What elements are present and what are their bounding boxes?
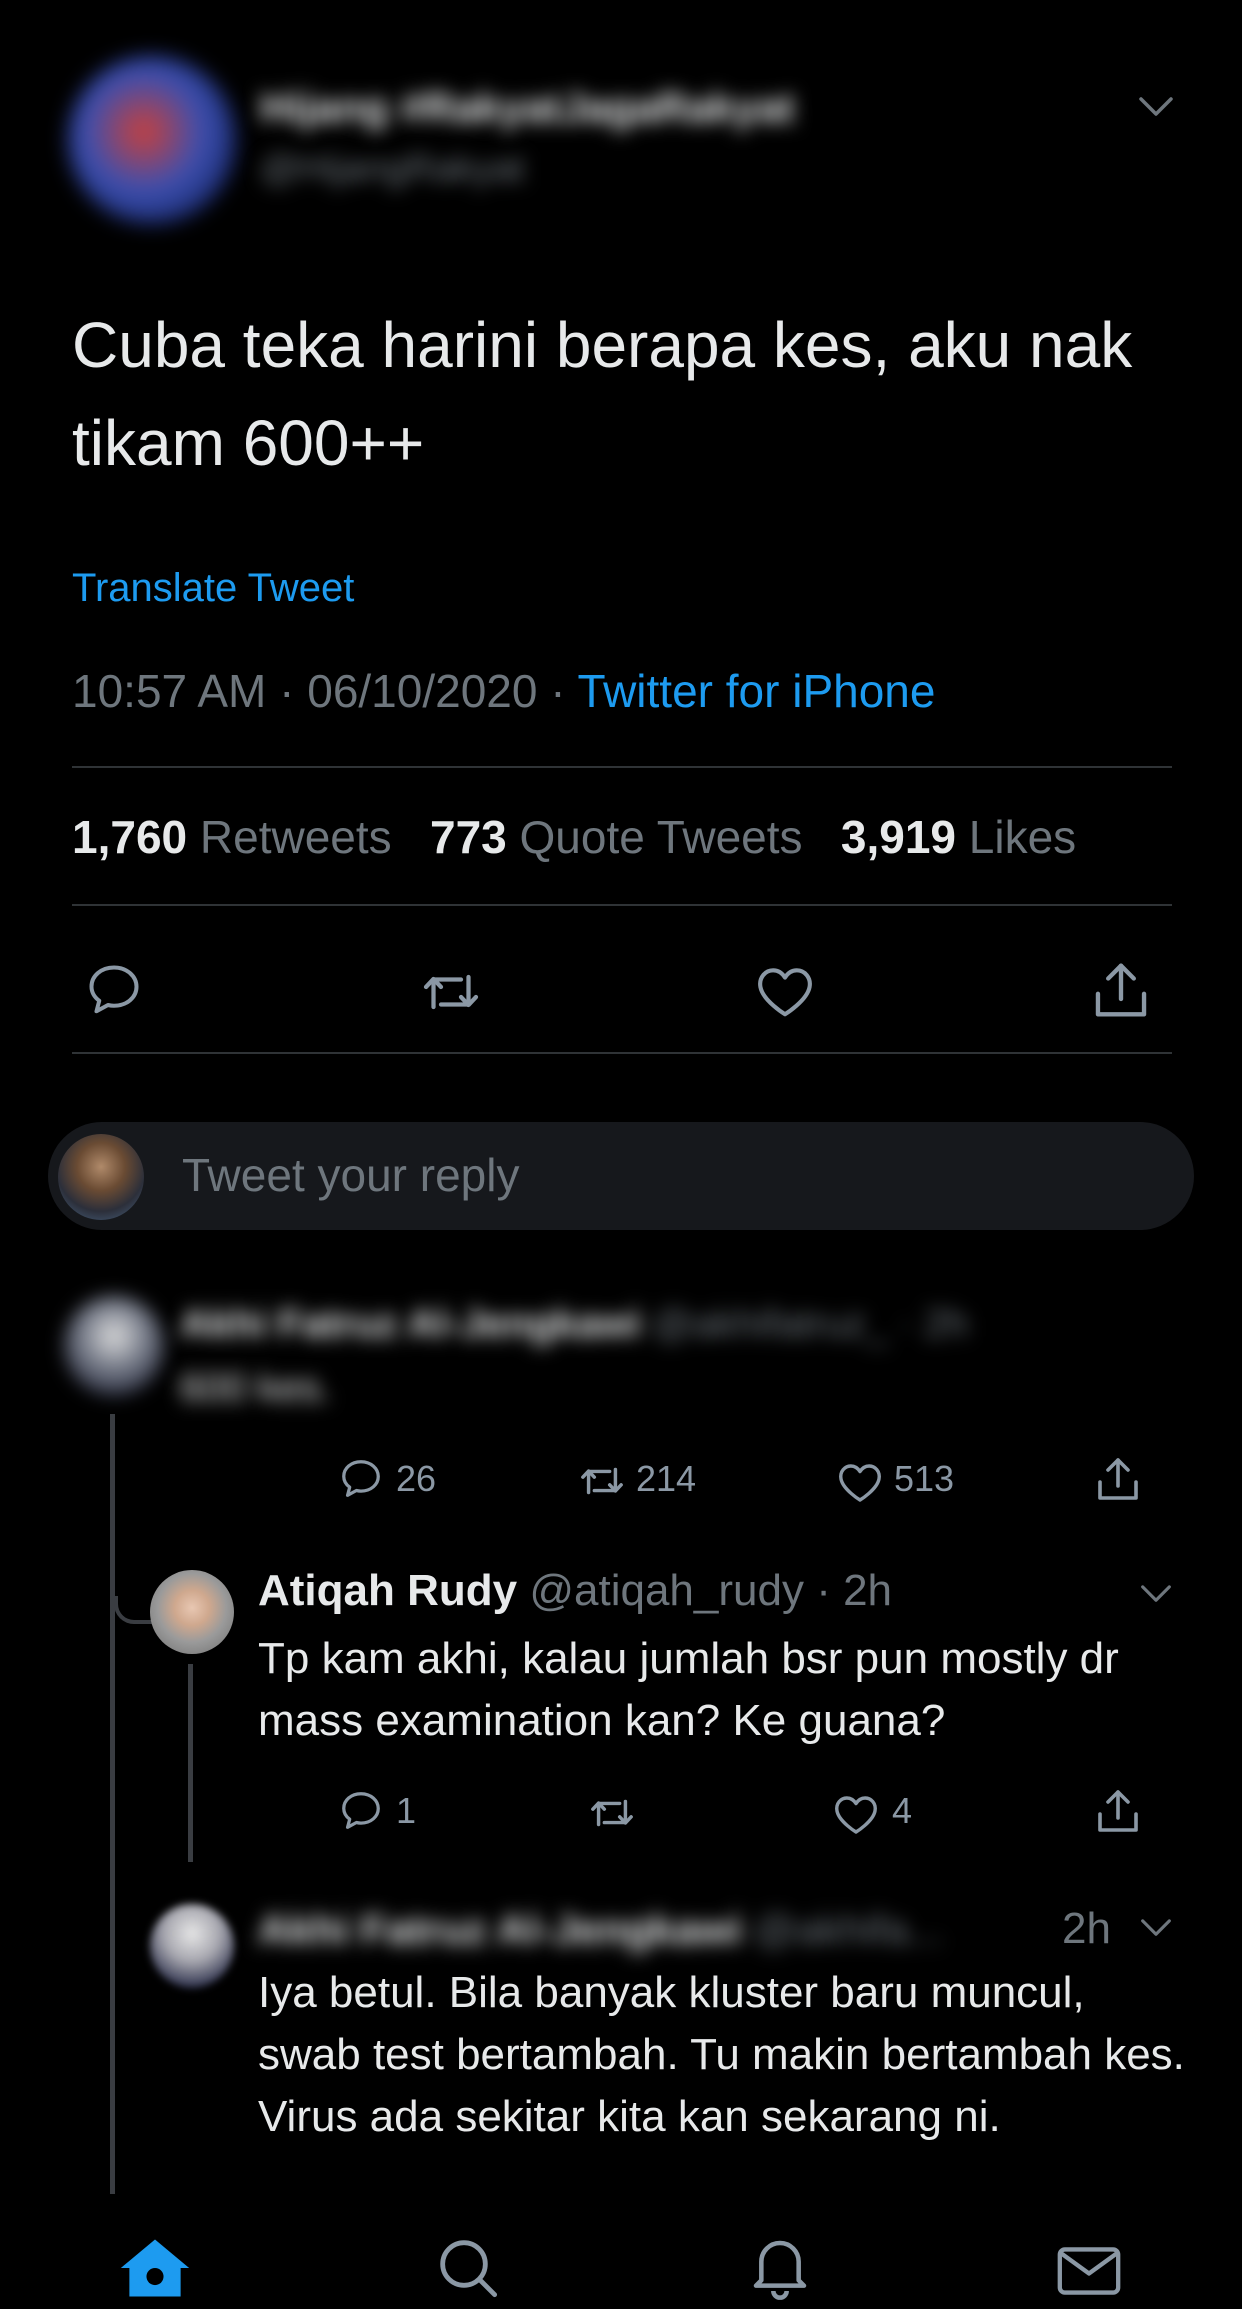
share-icon[interactable]	[1090, 958, 1152, 1022]
home-icon[interactable]	[118, 2236, 192, 2300]
reply-author[interactable]: Atiqah Rudy @atiqah_rudy · 2h	[258, 1566, 892, 1616]
reply-author-handle: @akhifatruz_ · 2h	[651, 1302, 969, 1346]
like-icon[interactable]	[836, 1460, 884, 1504]
tweet-text: Cuba teka harini berapa kes, aku nak tik…	[72, 309, 1133, 479]
tweet-timestamp: 10:57 AM · 06/10/2020 ·	[72, 665, 578, 717]
reply-author-name: Akhi Fatruz Al-Jengkawi	[258, 1906, 742, 1953]
reply-author-handle: @atiqah_rudy	[529, 1566, 804, 1615]
reply-author-handle: @akhifa...	[753, 1906, 944, 1953]
reply-count: 1	[396, 1790, 417, 1831]
like-icon[interactable]	[754, 962, 816, 1020]
reply-time: · 2h	[803, 1566, 893, 1615]
reply-action-bar: 26 214 513	[338, 1454, 1158, 1510]
divider	[72, 766, 1172, 768]
reply-text: Tp kam akhi, kalau jumlah bsr pun mostly…	[258, 1634, 1119, 1745]
reply-icon[interactable]	[338, 1456, 384, 1502]
author-handle: @HijangRakyat	[260, 148, 525, 190]
tweet-stats: 1,760 Retweets 773 Quote Tweets 3,919 Li…	[72, 810, 1076, 864]
author-avatar[interactable]	[68, 56, 236, 224]
divider	[72, 904, 1172, 906]
reply-avatar[interactable]	[64, 1296, 164, 1396]
chevron-down-icon[interactable]	[1140, 1584, 1172, 1604]
retweet-count: 214	[636, 1458, 697, 1499]
notifications-icon[interactable]	[748, 2232, 812, 2302]
reply-input-placeholder[interactable]: Tweet your reply	[182, 1148, 519, 1202]
divider	[72, 1052, 1172, 1054]
share-icon[interactable]	[1094, 1454, 1142, 1504]
author-name[interactable]: Hijang #RakyatJagaRakyat	[260, 84, 795, 132]
reply-author-name: Atiqah Rudy	[258, 1566, 518, 1615]
reply-text: 600 kes.	[180, 1366, 332, 1410]
quote-tweets-stat[interactable]: 773 Quote Tweets	[430, 811, 803, 863]
retweets-stat[interactable]: 1,760 Retweets	[72, 811, 392, 863]
retweet-icon[interactable]	[586, 1790, 638, 1836]
search-icon[interactable]	[436, 2236, 500, 2300]
likes-stat[interactable]: 3,919 Likes	[841, 811, 1076, 863]
reply-avatar[interactable]	[150, 1570, 234, 1654]
messages-icon[interactable]	[1056, 2244, 1122, 2298]
thread-line	[110, 1414, 115, 2194]
tweet-meta: 10:57 AM · 06/10/2020 · Twitter for iPho…	[72, 664, 935, 718]
reply-count: 26	[396, 1458, 437, 1499]
reply-icon[interactable]	[84, 960, 144, 1020]
like-count: 4	[892, 1790, 913, 1831]
reply-author-name: Akhi Fatruz Al-Jengkawi	[180, 1302, 641, 1346]
reply-icon[interactable]	[338, 1788, 384, 1834]
tweet-source-link[interactable]: Twitter for iPhone	[578, 665, 936, 717]
user-avatar	[58, 1134, 144, 1220]
retweet-icon[interactable]	[576, 1458, 628, 1504]
chevron-down-icon[interactable]	[1138, 96, 1174, 118]
thread-line	[188, 1664, 193, 1862]
reply-time: 2h	[1062, 1904, 1111, 1953]
reply-author[interactable]: Akhi Fatruz Al-Jengkawi @akhifa...	[258, 1906, 943, 1954]
translate-tweet-link[interactable]: Translate Tweet	[72, 566, 354, 611]
reply-text: Iya betul. Bila banyak kluster baru munc…	[258, 1968, 1185, 2141]
share-icon[interactable]	[1094, 1786, 1142, 1836]
like-count: 513	[894, 1458, 955, 1499]
chevron-down-icon[interactable]	[1140, 1918, 1172, 1938]
reply-action-bar: 1 4	[338, 1786, 1158, 1842]
reply-author[interactable]: Akhi Fatruz Al-Jengkawi @akhifatruz_ · 2…	[180, 1302, 968, 1347]
retweet-icon[interactable]	[418, 962, 484, 1022]
like-icon[interactable]	[832, 1792, 880, 1836]
reply-avatar[interactable]	[150, 1904, 234, 1988]
